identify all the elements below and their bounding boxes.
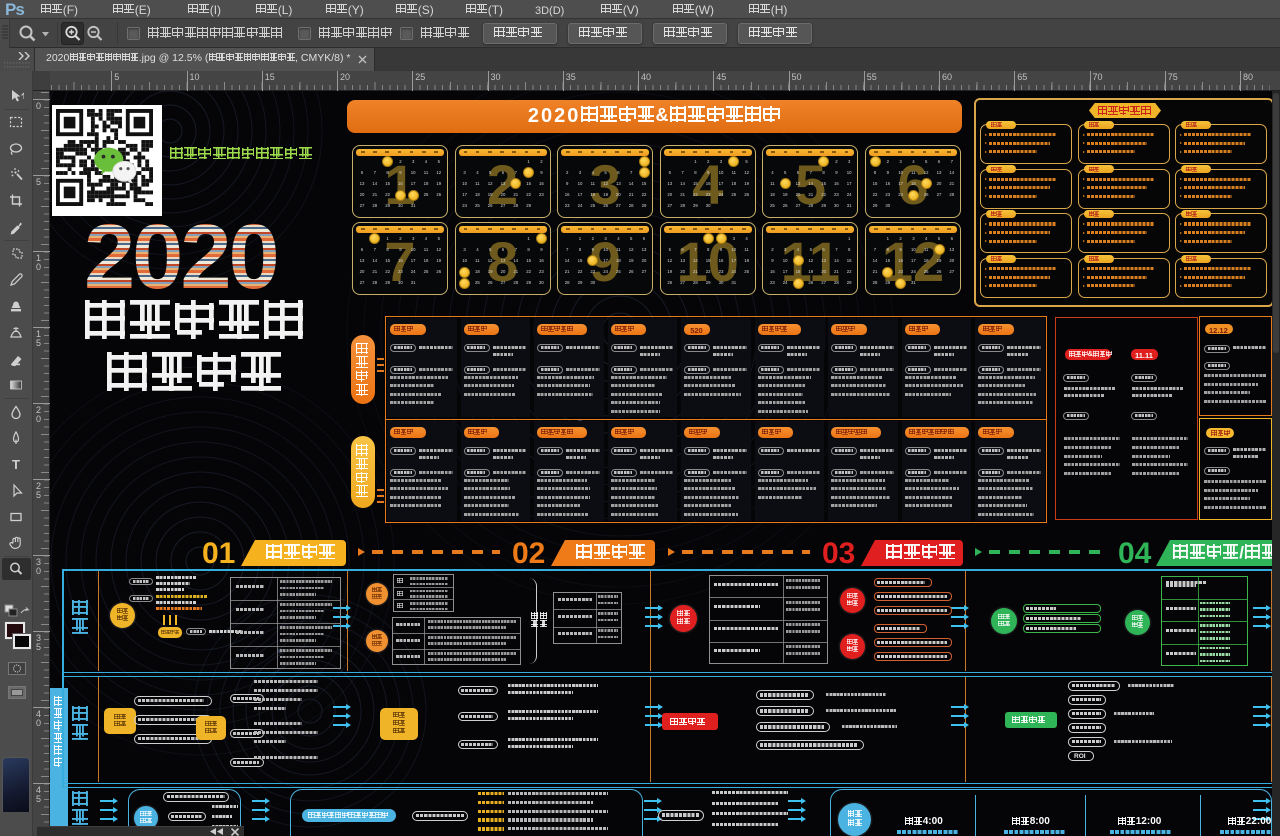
svg-text:T: T — [12, 457, 20, 472]
